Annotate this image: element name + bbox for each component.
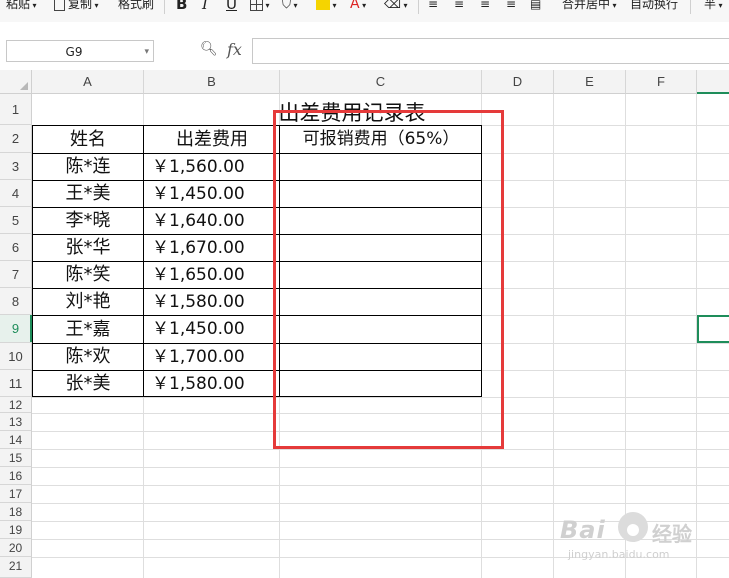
row-header[interactable]: 7 bbox=[0, 261, 32, 288]
merge-center-button[interactable]: 合并居中 ▾ bbox=[562, 0, 617, 14]
name-cell[interactable]: 张*华 bbox=[32, 235, 144, 261]
underline-button[interactable]: U bbox=[226, 0, 237, 14]
row-header[interactable]: 12 bbox=[0, 397, 32, 413]
baidu-paw-icon bbox=[618, 512, 648, 542]
cost-cell[interactable]: ￥1,650.00 bbox=[144, 262, 288, 288]
name-box[interactable]: G9 ▾ bbox=[6, 40, 154, 62]
align-center-icon: ≡ bbox=[454, 0, 465, 11]
distributed-button[interactable]: ▤ bbox=[530, 0, 541, 14]
cost-cell[interactable]: ￥1,580.00 bbox=[144, 371, 288, 397]
fill-color-button[interactable]: ⛉ ▾ bbox=[282, 0, 298, 14]
cost-cell[interactable]: ￥1,700.00 bbox=[144, 344, 288, 370]
row-header[interactable]: 4 bbox=[0, 180, 32, 207]
toolbar: 粘贴 ▾ 复制 ▾ 格式刷 B I U ▾ ⛉ ▾ ▾ A ▾ ⌫ ▾ ≡ ≡ … bbox=[0, 0, 729, 22]
column-header-c[interactable]: C bbox=[280, 70, 482, 94]
formula-input[interactable] bbox=[252, 38, 729, 64]
align-left-icon: ≡ bbox=[428, 0, 439, 11]
name-cell[interactable]: 张*美 bbox=[32, 371, 144, 397]
format-painter-button[interactable]: 格式刷 bbox=[118, 0, 154, 14]
row-header[interactable]: 16 bbox=[0, 467, 32, 485]
name-cell[interactable]: 李*晓 bbox=[32, 208, 144, 234]
cost-cell[interactable]: ￥1,560.00 bbox=[144, 154, 288, 180]
row-header[interactable]: 19 bbox=[0, 521, 32, 539]
name-cell[interactable]: 王*美 bbox=[32, 181, 144, 207]
header-name[interactable]: 姓名 bbox=[32, 126, 144, 153]
name-cell[interactable]: 陈*欢 bbox=[32, 344, 144, 370]
align-center-button[interactable]: ≡ bbox=[454, 0, 464, 14]
row-header[interactable]: 8 bbox=[0, 288, 32, 315]
row-header[interactable]: 10 bbox=[0, 343, 32, 370]
fx-label[interactable]: fx bbox=[227, 40, 242, 59]
column-header-a[interactable]: A bbox=[32, 70, 144, 94]
annotation-highlight-box bbox=[273, 110, 504, 449]
column-header-g[interactable] bbox=[697, 70, 729, 94]
name-cell[interactable]: 陈*连 bbox=[32, 154, 144, 180]
column-header-e[interactable]: E bbox=[554, 70, 626, 94]
row-header[interactable]: 14 bbox=[0, 431, 32, 449]
align-right-icon: ≡ bbox=[480, 0, 491, 11]
column-header-d[interactable]: D bbox=[482, 70, 554, 94]
border-button[interactable]: ▾ bbox=[250, 0, 270, 14]
justify-button[interactable]: ≡ bbox=[506, 0, 516, 14]
paint-bucket-icon: ⛉ bbox=[282, 0, 292, 11]
row-header[interactable]: 3 bbox=[0, 153, 32, 180]
zoom-search-icon[interactable]: 🔍︎ bbox=[200, 41, 218, 57]
row-header[interactable]: 21 bbox=[0, 557, 32, 578]
paste-button[interactable]: 粘贴 ▾ bbox=[6, 0, 37, 14]
row-header[interactable]: 5 bbox=[0, 207, 32, 234]
align-left-button[interactable]: ≡ bbox=[428, 0, 438, 14]
copy-icon bbox=[54, 0, 65, 11]
corner-triangle-icon bbox=[20, 82, 28, 90]
wrap-text-button[interactable]: 自动换行 bbox=[630, 0, 678, 14]
border-icon bbox=[250, 0, 263, 11]
row-header[interactable]: 15 bbox=[0, 449, 32, 467]
highlighter-icon bbox=[316, 0, 330, 10]
active-cell-selection[interactable] bbox=[697, 315, 729, 343]
column-header-f[interactable]: F bbox=[626, 70, 697, 94]
highlight-button[interactable]: ▾ bbox=[316, 0, 337, 14]
active-column-indicator bbox=[697, 92, 729, 94]
cost-cell[interactable]: ￥1,450.00 bbox=[144, 181, 288, 207]
row-header[interactable]: 17 bbox=[0, 485, 32, 503]
name-cell[interactable]: 王*嘉 bbox=[32, 316, 144, 343]
column-header-b[interactable]: B bbox=[144, 70, 280, 94]
row-header-selected[interactable]: 9 bbox=[0, 315, 32, 343]
row-header[interactable]: 11 bbox=[0, 370, 32, 397]
name-cell[interactable]: 刘*艳 bbox=[32, 289, 144, 315]
select-all-corner[interactable] bbox=[0, 70, 32, 94]
header-cost[interactable]: 出差费用 bbox=[144, 126, 280, 153]
cost-cell[interactable]: ￥1,580.00 bbox=[144, 289, 288, 315]
bold-button[interactable]: B bbox=[176, 0, 187, 14]
cost-cell[interactable]: ￥1,670.00 bbox=[144, 235, 288, 261]
baidu-watermark: Bai 经验 jingyan.baidu.com bbox=[560, 510, 710, 570]
justify-icon: ≡ bbox=[506, 0, 517, 11]
name-cell[interactable]: 陈*笑 bbox=[32, 262, 144, 288]
chevron-down-icon[interactable]: ▾ bbox=[144, 41, 149, 63]
formula-bar: G9 ▾ 🔍︎ fx bbox=[0, 22, 729, 71]
eraser-icon: ⌫ bbox=[384, 0, 401, 11]
cost-cell[interactable]: ￥1,450.00 bbox=[144, 316, 288, 343]
font-color-button[interactable]: A ▾ bbox=[350, 0, 366, 14]
cost-cell[interactable]: ￥1,640.00 bbox=[144, 208, 288, 234]
row-header[interactable]: 18 bbox=[0, 503, 32, 521]
name-box-value: G9 bbox=[65, 45, 83, 59]
row-header[interactable]: 13 bbox=[0, 413, 32, 431]
row-header[interactable]: 1 bbox=[0, 94, 32, 125]
italic-button[interactable]: I bbox=[202, 0, 208, 14]
row-header[interactable]: 20 bbox=[0, 539, 32, 557]
clear-format-button[interactable]: ⌫ ▾ bbox=[384, 0, 408, 14]
copy-button[interactable]: 复制 ▾ bbox=[54, 0, 99, 14]
number-format-button[interactable]: 半 ▾ bbox=[704, 0, 723, 14]
row-header[interactable]: 2 bbox=[0, 125, 32, 153]
distributed-icon: ▤ bbox=[530, 0, 542, 11]
row-header[interactable]: 6 bbox=[0, 234, 32, 261]
align-right-button[interactable]: ≡ bbox=[480, 0, 490, 14]
